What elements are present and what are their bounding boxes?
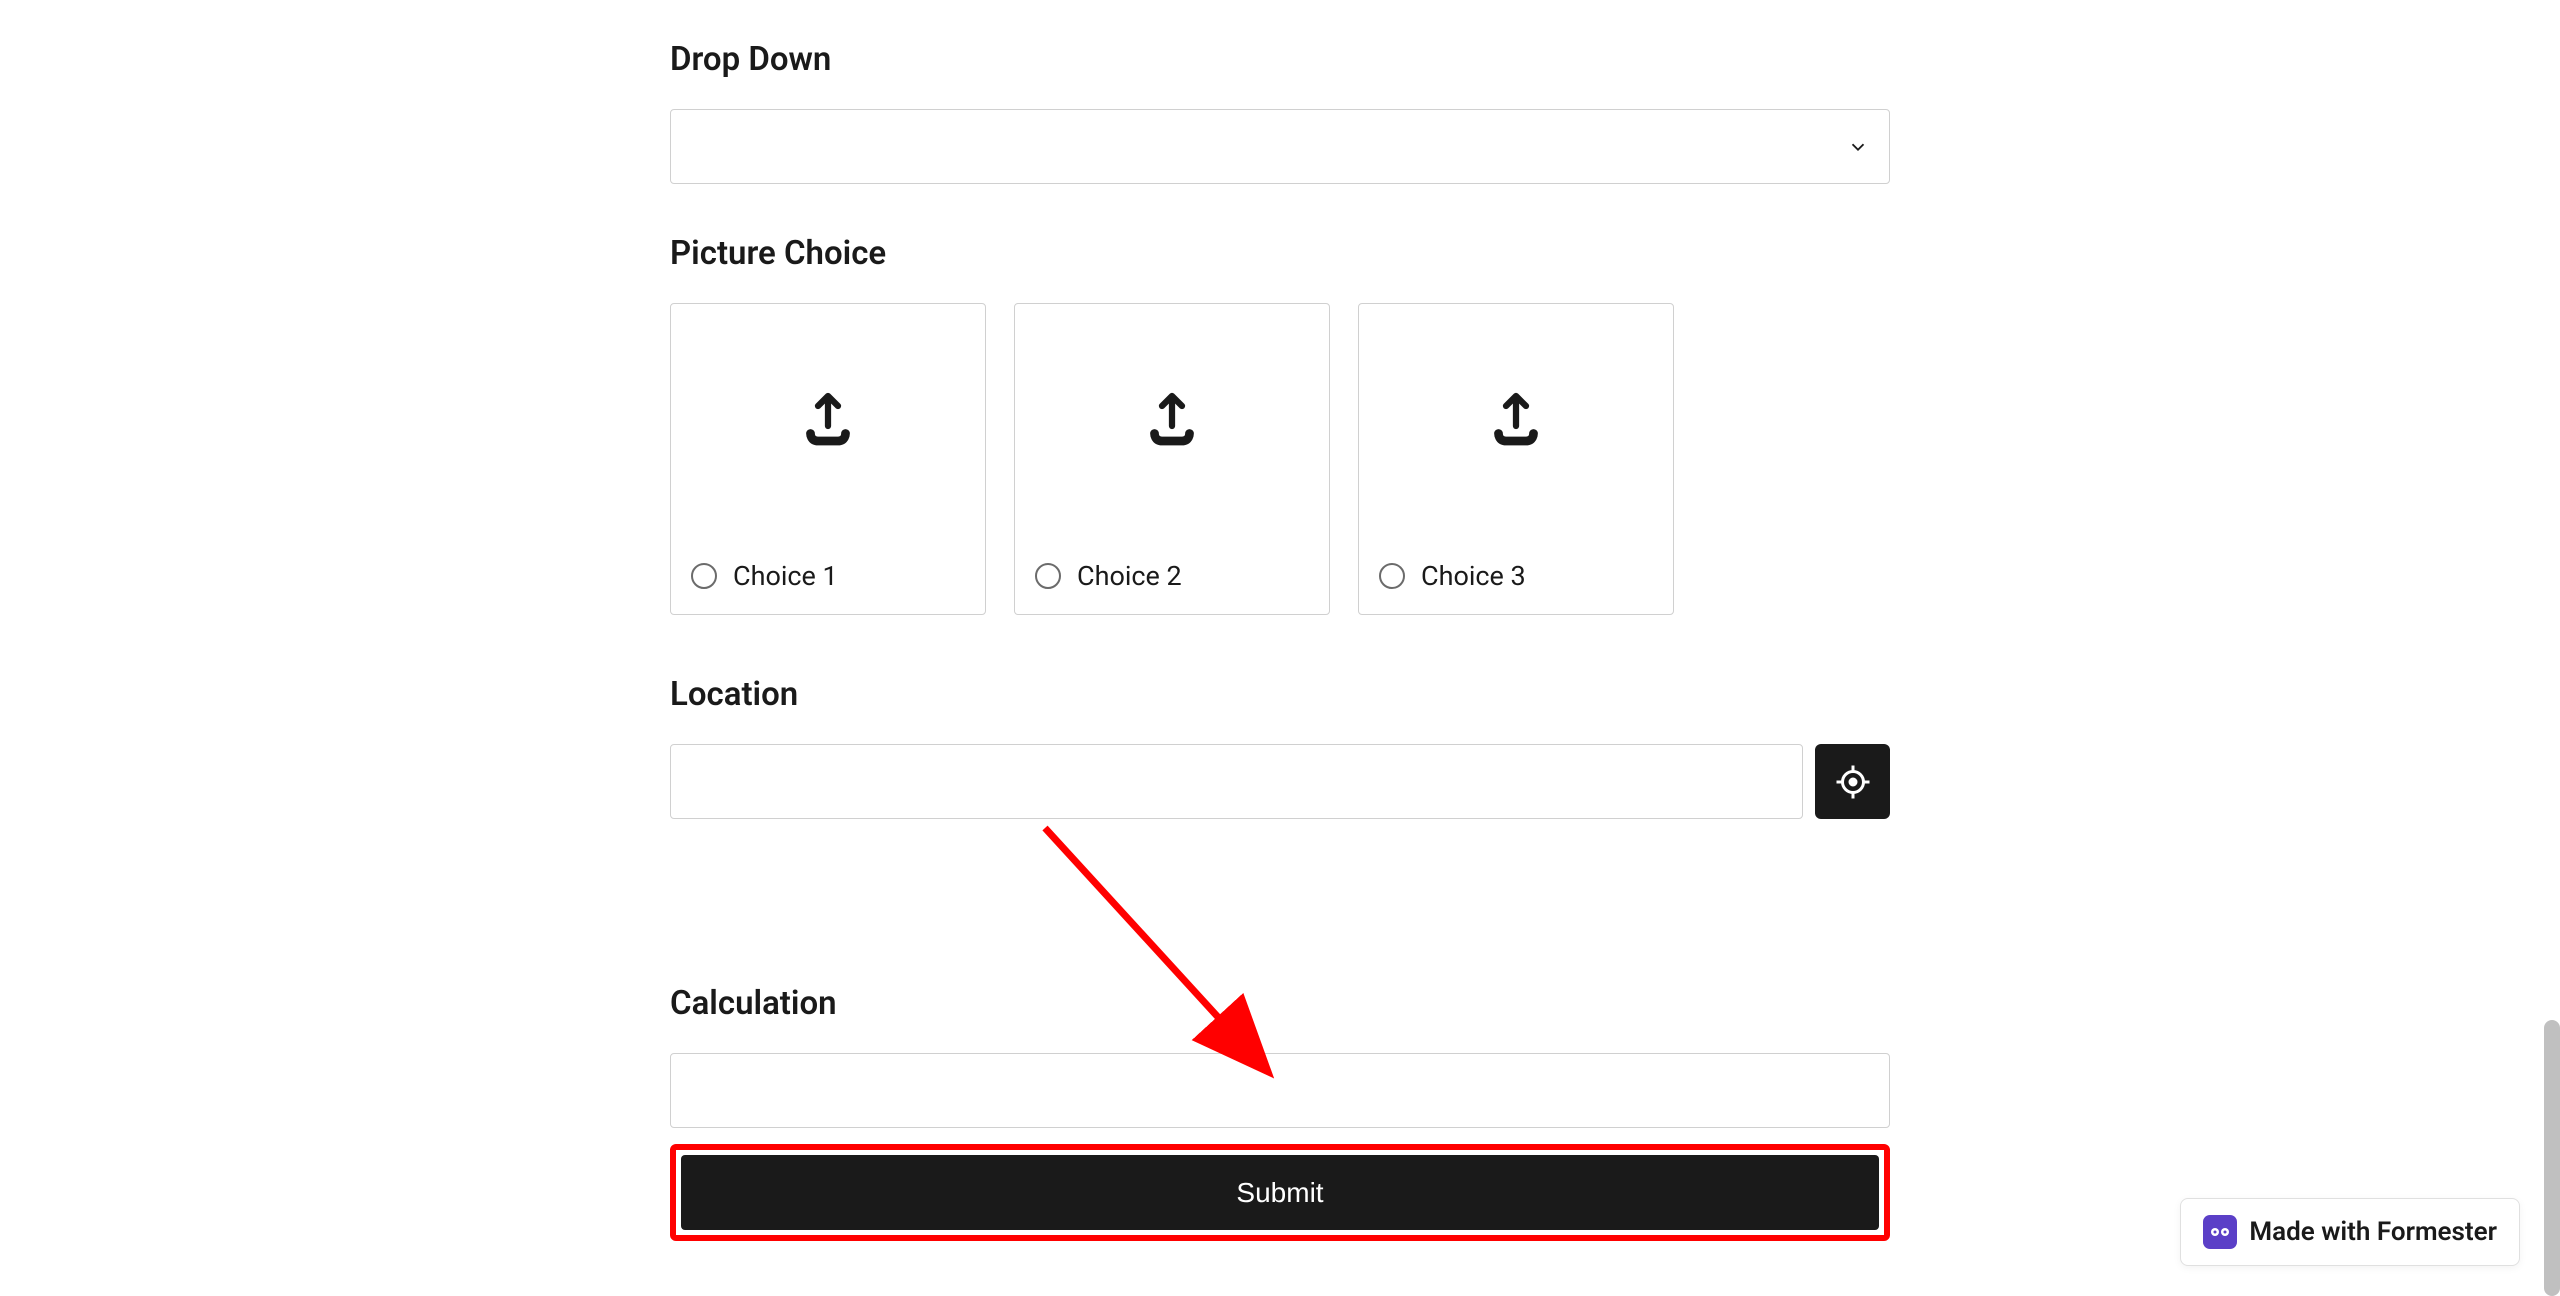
location-label: Location (670, 675, 1890, 714)
formester-badge-text: Made with Formester (2249, 1217, 2497, 1247)
radio-3[interactable] (1379, 563, 1405, 589)
calculation-label: Calculation (670, 984, 1890, 1023)
picture-choice-card-1[interactable]: Choice 1 (670, 303, 986, 615)
picture-choice-label: Picture Choice (670, 234, 1890, 273)
choice-row-3[interactable]: Choice 3 (1359, 538, 1673, 614)
submit-highlight: Submit (670, 1144, 1890, 1241)
radio-2[interactable] (1035, 563, 1061, 589)
choice-row-2[interactable]: Choice 2 (1015, 538, 1329, 614)
choice-row-1[interactable]: Choice 1 (671, 538, 985, 614)
chevron-down-icon (1847, 136, 1869, 158)
dropdown-label: Drop Down (670, 40, 1890, 79)
picture-choice-card-2[interactable]: Choice 2 (1014, 303, 1330, 615)
upload-area-1[interactable] (671, 304, 985, 538)
upload-area-3[interactable] (1359, 304, 1673, 538)
submit-button[interactable]: Submit (681, 1155, 1879, 1230)
location-row (670, 744, 1890, 819)
formester-logo-icon (2203, 1215, 2237, 1249)
picture-choice-card-3[interactable]: Choice 3 (1358, 303, 1674, 615)
choice-label-2: Choice 2 (1077, 560, 1182, 592)
upload-icon (1142, 391, 1202, 451)
choice-label-3: Choice 3 (1421, 560, 1526, 592)
locate-button[interactable] (1815, 744, 1890, 819)
upload-icon (1486, 391, 1546, 451)
dropdown-select[interactable] (670, 109, 1890, 184)
formester-badge[interactable]: Made with Formester (2180, 1198, 2520, 1266)
radio-1[interactable] (691, 563, 717, 589)
scrollbar-thumb[interactable] (2544, 1020, 2560, 1296)
form-container: Drop Down Picture Choice Choice 1 (670, 0, 1890, 1241)
upload-icon (798, 391, 858, 451)
crosshair-icon (1835, 764, 1871, 800)
location-input[interactable] (670, 744, 1803, 819)
calculation-input[interactable] (670, 1053, 1890, 1128)
picture-choice-group: Choice 1 Choice 2 (670, 303, 1890, 615)
upload-area-2[interactable] (1015, 304, 1329, 538)
choice-label-1: Choice 1 (733, 560, 838, 592)
